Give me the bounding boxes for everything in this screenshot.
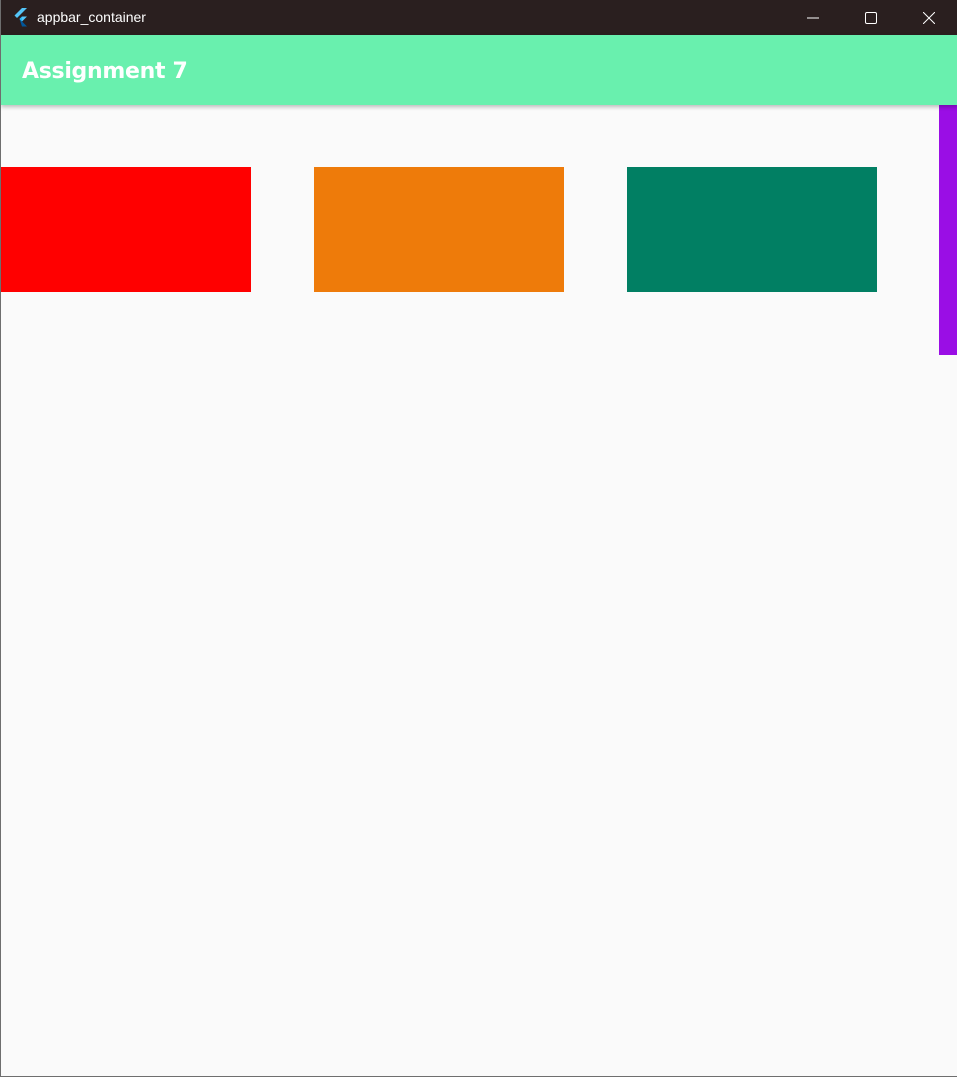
- orange-container: [314, 167, 564, 292]
- close-button[interactable]: [900, 0, 957, 35]
- red-container: [1, 167, 251, 292]
- teal-container: [627, 167, 877, 292]
- purple-side-container: [939, 105, 957, 355]
- window-title: appbar_container: [37, 9, 146, 25]
- app-bar: Assignment 7: [1, 35, 957, 105]
- flutter-logo-icon: [11, 7, 31, 27]
- window-titlebar[interactable]: appbar_container: [1, 0, 957, 35]
- minimize-button[interactable]: [784, 0, 842, 35]
- minimize-icon: [807, 12, 819, 24]
- page-title: Assignment 7: [22, 59, 188, 84]
- maximize-icon: [865, 11, 877, 24]
- close-icon: [923, 11, 935, 24]
- maximize-button[interactable]: [842, 0, 900, 35]
- content-area: [1, 105, 957, 1076]
- app-window: appbar_container Assignment 7: [0, 0, 957, 1077]
